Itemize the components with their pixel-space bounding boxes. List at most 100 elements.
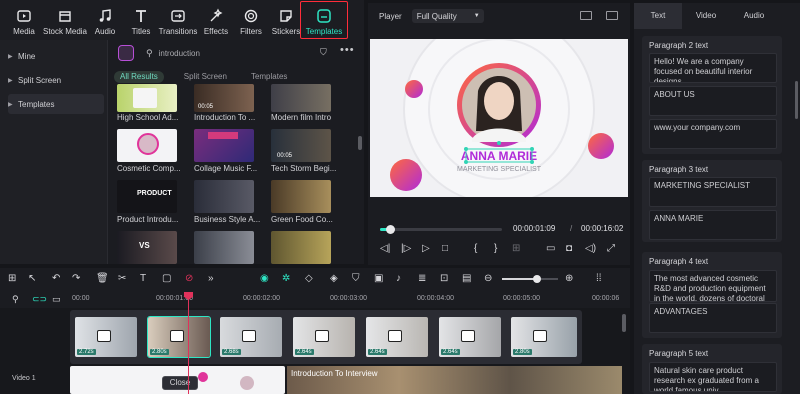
template-thumb-green-food[interactable] <box>271 180 331 213</box>
voiceover-icon[interactable]: ≣ <box>418 273 426 285</box>
template-thumb-product[interactable]: PRODUCT <box>117 180 177 213</box>
template-mode-button[interactable] <box>118 45 134 61</box>
category-mine[interactable]: ▶ Mine <box>8 46 104 66</box>
tab-audio-props[interactable]: Audio <box>730 3 778 29</box>
camera-icon[interactable]: ◘ <box>566 243 572 255</box>
template-thumb-tech-storm[interactable]: 00:05 <box>271 129 331 162</box>
stabilize-icon[interactable]: ⊡ <box>440 273 448 285</box>
tab-templates[interactable]: Templates <box>300 1 348 39</box>
mask-icon[interactable]: ◈ <box>330 273 338 285</box>
paragraph-text-field[interactable]: Natural skin care product research ex gr… <box>649 362 777 392</box>
tab-effects[interactable]: Effects <box>202 2 230 38</box>
grid-view-icon[interactable]: ⁞⁞ <box>596 273 602 285</box>
template-thumb-row4-1[interactable]: VS <box>117 231 177 264</box>
clip-3[interactable]: 2.68s <box>220 317 282 357</box>
layout-icon[interactable]: ⊞ <box>8 273 16 285</box>
template-search[interactable]: ⚲ introduction <box>114 43 314 63</box>
previous-frame-icon[interactable]: ◁| <box>380 243 390 255</box>
category-templates[interactable]: ▶ Templates <box>8 94 104 114</box>
clip-6[interactable]: 2.64s <box>439 317 501 357</box>
paragraph-text-field[interactable]: Hello! We are a company focused on beaut… <box>649 53 777 83</box>
stop-icon[interactable]: □ <box>442 243 448 255</box>
paragraph-text-field[interactable]: ADVANTAGES <box>649 303 777 333</box>
tab-titles[interactable]: Titles <box>128 2 154 38</box>
display-icon[interactable]: ▭ <box>546 243 555 255</box>
filter-icon[interactable]: ⛉ <box>320 47 327 58</box>
template-thumb-cosmetic[interactable] <box>117 129 177 162</box>
text-tool-icon[interactable]: T <box>140 273 146 285</box>
microphone-icon[interactable]: ♪ <box>396 273 401 285</box>
track-settings-icon[interactable]: ▭ <box>52 293 61 305</box>
tab-split-screen[interactable]: Split Screen <box>178 71 233 83</box>
video-clip-interview[interactable]: Introduction To Interview <box>287 366 622 394</box>
tab-stock-media[interactable]: Stock Media <box>42 2 88 38</box>
templates-scrollbar[interactable] <box>358 136 362 150</box>
progress-knob[interactable] <box>385 225 395 234</box>
zoom-knob[interactable] <box>532 275 541 283</box>
clip-7[interactable]: 2.80s <box>511 317 577 357</box>
template-thumb-row4-2[interactable] <box>194 231 254 264</box>
paragraph-text-field[interactable]: ANNA MARIE <box>649 210 777 240</box>
play-icon[interactable]: ▷ <box>422 243 430 255</box>
template-thumb-business[interactable] <box>194 180 254 213</box>
tracks-scrollbar[interactable] <box>622 314 626 332</box>
redo-icon[interactable]: ↷ <box>72 273 80 285</box>
name-overlay-text[interactable]: ANNA MARIE <box>461 149 537 163</box>
zoom-slider[interactable] <box>502 275 558 283</box>
tab-media[interactable]: Media <box>8 2 40 38</box>
zoom-in-icon[interactable]: ⊕ <box>565 273 573 285</box>
playback-progress[interactable] <box>380 225 502 234</box>
template-thumb-collage-music[interactable] <box>194 129 254 162</box>
tab-text[interactable]: Text <box>634 3 682 29</box>
crop-icon[interactable]: ▢ <box>162 273 171 285</box>
category-split-screen[interactable]: ▶ Split Screen <box>8 70 104 90</box>
tab-audio[interactable]: Audio <box>92 2 118 38</box>
paragraph-text-field[interactable]: www.your company.com <box>649 119 777 149</box>
clip-2-selected[interactable]: 2.80s <box>147 316 211 358</box>
clip-5[interactable]: 2.64s <box>366 317 428 357</box>
picture-icon[interactable]: ▤ <box>462 273 471 285</box>
next-frame-icon[interactable]: |▷ <box>401 243 411 255</box>
tab-templates-filter[interactable]: Templates <box>245 71 293 83</box>
mark-out-icon[interactable]: } <box>494 243 497 255</box>
preview-canvas[interactable]: ANNA MARIE MARKETING SPECIALIST <box>370 39 628 197</box>
paragraph-text-field[interactable]: The most advanced cosmetic R&D and produ… <box>649 270 777 302</box>
fit-screen-icon[interactable] <box>606 11 618 20</box>
paragraph-text-field[interactable]: ABOUT US <box>649 86 777 116</box>
more-tools-icon[interactable]: » <box>208 273 214 285</box>
mark-in-icon[interactable]: { <box>474 243 477 255</box>
fullscreen-icon[interactable]: ⤢ <box>607 243 615 255</box>
replace-icon[interactable] <box>242 330 256 342</box>
search-input[interactable]: introduction <box>159 49 200 58</box>
keyframe-icon[interactable]: ▣ <box>374 273 383 285</box>
undo-icon[interactable]: ↶ <box>52 273 60 285</box>
marker-icon[interactable]: ◇ <box>305 273 313 285</box>
snapshot-quality-icon[interactable] <box>580 11 592 20</box>
replace-icon[interactable] <box>533 330 547 342</box>
delete-icon[interactable]: 🗑 <box>96 273 109 285</box>
clip-1[interactable]: 2.72s <box>75 317 137 357</box>
add-track-icon[interactable]: ⚲ <box>12 293 19 305</box>
subtitle-overlay-text[interactable]: MARKETING SPECIALIST <box>457 166 542 173</box>
shield-icon[interactable]: ⛉ <box>352 273 360 285</box>
template-thumb-row4-3[interactable] <box>271 231 331 264</box>
quality-select[interactable]: Full Quality ▼ <box>411 9 484 23</box>
replace-icon[interactable] <box>170 330 184 342</box>
tab-filters[interactable]: Filters <box>238 2 264 38</box>
properties-scrollbar[interactable] <box>795 81 798 119</box>
template-thumb-modern-film[interactable] <box>271 84 331 112</box>
smart-tool-icon[interactable]: ◉ <box>260 273 269 285</box>
close-tooltip[interactable]: Close <box>162 376 198 390</box>
template-thumb-high-school[interactable] <box>117 84 177 112</box>
timeline-ruler[interactable]: ⚲ ⊂⊃ ▭ 00:00 00:00:01:00 00:00:02:00 00:… <box>0 290 630 308</box>
zoom-out-icon[interactable]: ⊖ <box>484 273 492 285</box>
replace-icon[interactable] <box>461 330 475 342</box>
paragraph-text-field[interactable]: MARKETING SPECIALIST <box>649 177 777 207</box>
volume-icon[interactable]: ◁) <box>585 243 596 255</box>
split-icon[interactable]: ✂ <box>118 273 126 285</box>
template-thumb-introduction[interactable]: 00:05 <box>194 84 254 112</box>
snap-icon[interactable]: ✲ <box>282 273 290 285</box>
replace-icon[interactable] <box>388 330 402 342</box>
select-tool-icon[interactable]: ↖ <box>28 273 36 285</box>
tab-all-results[interactable]: All Results <box>114 71 164 83</box>
